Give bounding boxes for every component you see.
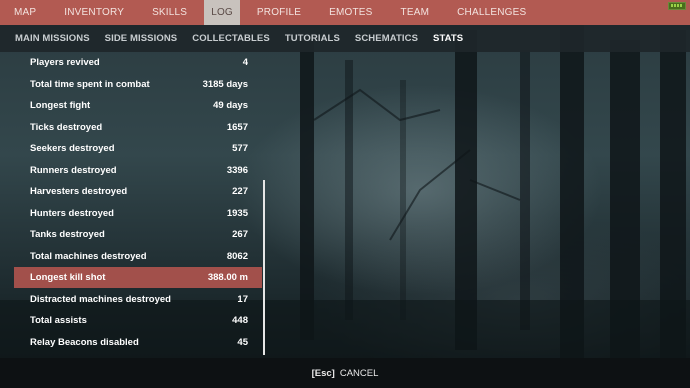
stat-value: 1657 — [226, 121, 248, 133]
subtab-main-missions[interactable]: MAIN MISSIONS — [0, 33, 90, 44]
stat-label: Players revived — [30, 57, 100, 68]
stat-row[interactable]: Total assists 448 — [14, 310, 262, 331]
stat-value: 267 — [232, 229, 248, 240]
battery-icon — [668, 2, 686, 10]
stat-value: 577 — [232, 143, 248, 154]
stat-row[interactable]: Ticks destroyed 1657 — [14, 117, 262, 138]
tab-emotes[interactable]: EMOTES — [315, 0, 386, 25]
stat-label: Longest fight — [30, 100, 91, 111]
stat-row[interactable]: Longest fight 49 days — [14, 95, 262, 116]
stat-label: Longest kill shot — [30, 272, 106, 283]
stats-list: Players revived 4 Total time spent in co… — [14, 52, 262, 354]
stat-row[interactable]: Tanks destroyed 267 — [14, 224, 262, 245]
subtab-schematics[interactable]: SCHEMATICS — [340, 33, 418, 44]
stat-value: 227 — [232, 186, 248, 197]
stat-label: Total machines destroyed — [30, 250, 147, 262]
cancel-button[interactable]: CANCEL — [340, 368, 379, 379]
stat-value: 3396 — [226, 164, 248, 176]
sub-nav: MAIN MISSIONS SIDE MISSIONS COLLECTABLES… — [0, 25, 690, 52]
stat-value: 4 — [242, 57, 248, 68]
stat-value: 448 — [232, 315, 248, 326]
bottom-bar: [Esc] CANCEL — [0, 358, 690, 388]
tab-profile[interactable]: PROFILE — [243, 0, 315, 25]
tab-inventory[interactable]: INVENTORY — [50, 0, 138, 25]
subtab-side-missions[interactable]: SIDE MISSIONS — [90, 33, 178, 44]
stat-value: 17 — [237, 293, 248, 305]
subtab-stats[interactable]: STATS — [418, 33, 463, 44]
stat-row[interactable]: Total time spent in combat 3185 days — [14, 74, 262, 95]
subtab-tutorials[interactable]: TUTORIALS — [270, 33, 340, 44]
stat-label: Total assists — [30, 315, 87, 326]
stat-row[interactable]: Harvesters destroyed 227 — [14, 181, 262, 202]
stat-label: Tanks destroyed — [30, 229, 105, 240]
tab-log[interactable]: LOG — [204, 0, 240, 25]
stats-scrollbar[interactable] — [263, 180, 265, 355]
stat-value: 45 — [237, 336, 248, 348]
stat-value: 3185 days — [202, 78, 248, 90]
tab-map[interactable]: MAP — [0, 0, 50, 25]
subtab-collectables[interactable]: COLLECTABLES — [177, 33, 270, 44]
stat-label: Seekers destroyed — [30, 143, 115, 154]
stat-value: 388.00 m — [207, 272, 248, 283]
stat-label: Total time spent in combat — [30, 78, 150, 90]
esc-key-hint: [Esc] — [311, 367, 335, 379]
top-nav: MAP INVENTORY SKILLS LOG PROFILE EMOTES … — [0, 0, 690, 25]
stat-row-selected[interactable]: Longest kill shot 388.00 m — [14, 267, 262, 288]
stat-label: Ticks destroyed — [30, 121, 103, 133]
stat-row[interactable]: Distracted machines destroyed 17 — [14, 289, 262, 310]
stat-label: Distracted machines destroyed — [30, 293, 171, 305]
tab-skills[interactable]: SKILLS — [138, 0, 201, 25]
tab-challenges[interactable]: CHALLENGES — [443, 0, 540, 25]
stat-value: 8062 — [226, 250, 248, 262]
stat-row[interactable]: Hunters destroyed 1935 — [14, 203, 262, 224]
stat-value: 1935 — [226, 207, 248, 219]
stat-value: 49 days — [213, 100, 248, 111]
stat-label: Hunters destroyed — [30, 207, 114, 219]
stat-row[interactable]: Relay Beacons disabled 45 — [14, 332, 262, 353]
stat-label: Relay Beacons disabled — [30, 336, 139, 348]
tab-team[interactable]: TEAM — [387, 0, 444, 25]
stat-label: Harvesters destroyed — [30, 186, 128, 197]
stat-row[interactable]: Total machines destroyed 8062 — [14, 246, 262, 267]
stat-row[interactable]: Seekers destroyed 577 — [14, 138, 262, 159]
stat-row[interactable]: Players revived 4 — [14, 52, 262, 73]
stat-label: Runners destroyed — [30, 164, 117, 176]
stat-row[interactable]: Runners destroyed 3396 — [14, 160, 262, 181]
